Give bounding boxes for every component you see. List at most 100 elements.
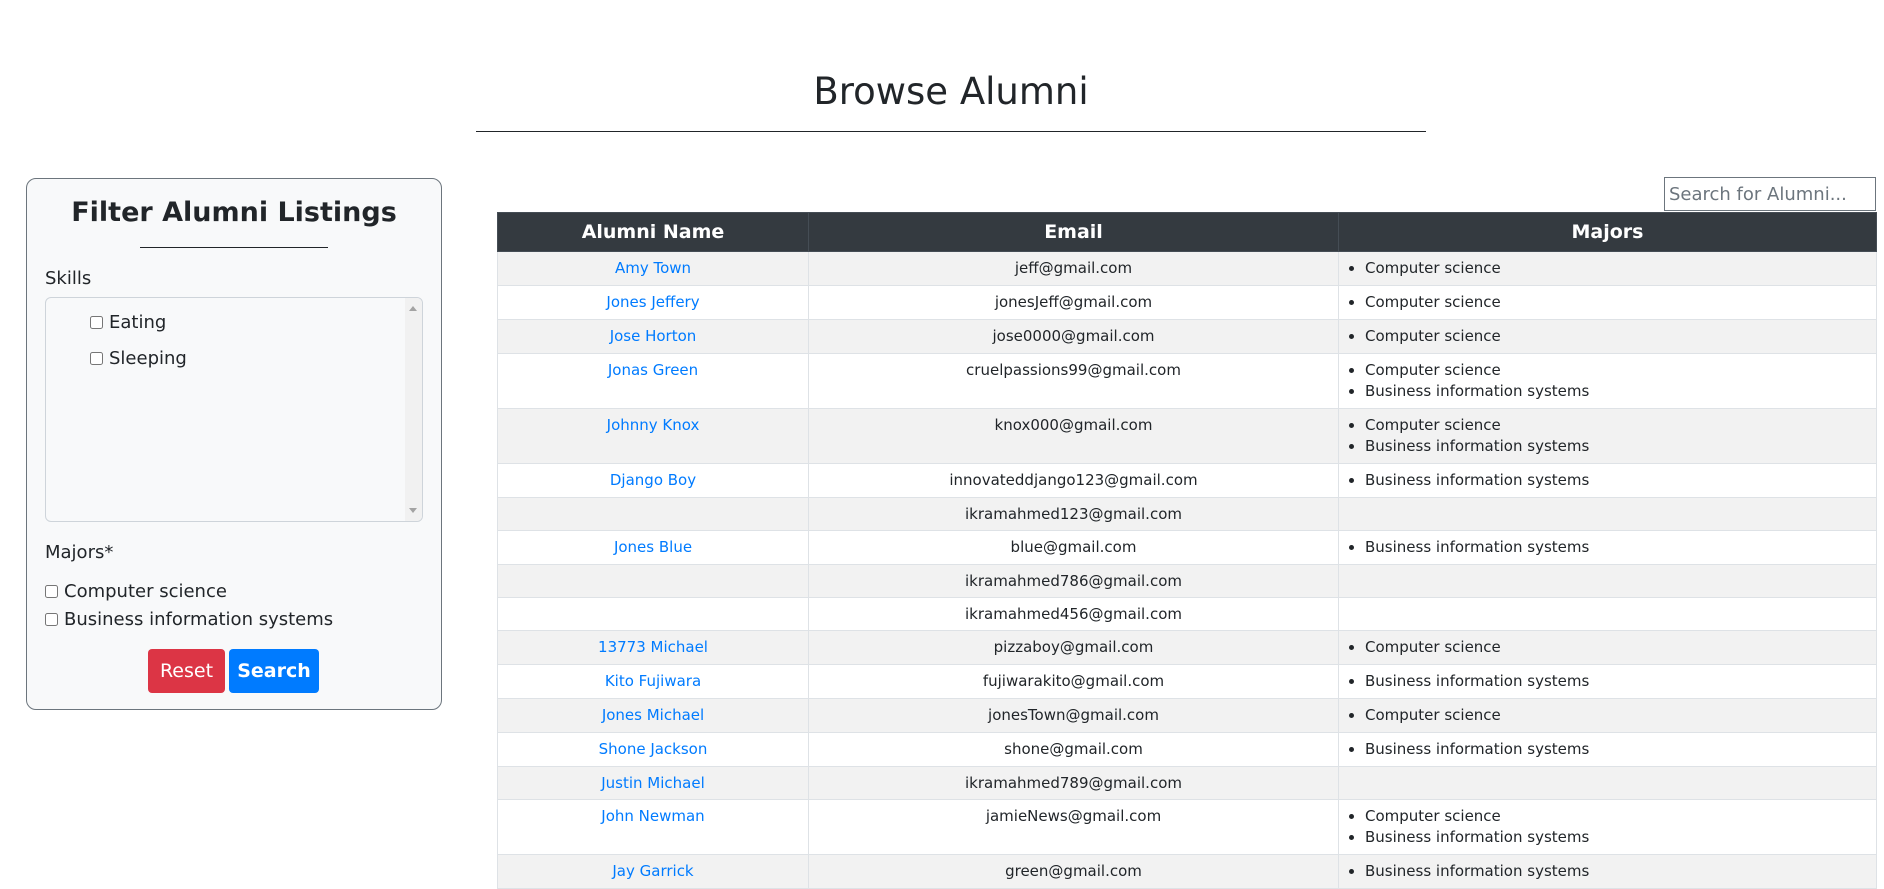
skill-checkbox-eating[interactable] — [90, 315, 103, 329]
search-input[interactable] — [1664, 177, 1876, 211]
cell-alumni-name: Shone Jackson — [497, 732, 809, 767]
cell-majors: Business information systems — [1338, 664, 1877, 699]
table-row: 13773 Michael pizzaboy@gmail.com Computer … — [497, 630, 1877, 665]
search-button[interactable]: Search — [229, 649, 319, 693]
table-row: Jones Michael jonesTown@gmail.com Computer… — [497, 698, 1877, 733]
major-list-item: Computer science — [1365, 415, 1868, 436]
table-row: ikramahmed456@gmail.com — [497, 597, 1877, 631]
cell-alumni-name — [497, 497, 809, 531]
alumni-name-link[interactable]: Jones Michael — [602, 706, 704, 724]
majors-bullet-list: Business information systems — [1347, 470, 1868, 491]
table-row: Justin Michael ikramahmed789@gmail.com — [497, 766, 1877, 800]
skills-label: Skills — [45, 268, 92, 289]
majors-label: Majors* — [45, 542, 114, 563]
title-divider — [476, 131, 1426, 132]
cell-alumni-name — [497, 564, 809, 598]
cell-alumni-name: 13773 Michael — [497, 630, 809, 665]
cell-alumni-name: Jonas Green — [497, 353, 809, 409]
alumni-table-body: Amy Townjeff@gmail.comComputer scienceJo… — [497, 251, 1877, 889]
table-row: Shone Jackson shone@gmail.com Business inf… — [497, 732, 1877, 767]
skills-listbox[interactable]: Eating Sleeping — [45, 297, 423, 522]
alumni-name-link[interactable]: Django Boy — [610, 471, 696, 489]
table-row: Jose Horton jose0000@gmail.com Computer sc… — [497, 319, 1877, 354]
majors-bullet-list: Computer science — [1347, 637, 1868, 658]
cell-alumni-name: John Newman — [497, 799, 809, 855]
cell-alumni-name: Justin Michael — [497, 766, 809, 800]
filter-divider — [140, 247, 328, 248]
cell-majors: Computer science — [1338, 698, 1877, 733]
skill-label-sleeping: Sleeping — [109, 347, 187, 369]
scroll-up-arrow-icon[interactable] — [409, 306, 417, 311]
majors-bullet-list: Computer scienceBusiness information sys… — [1347, 360, 1868, 402]
major-list-item: Computer science — [1365, 806, 1868, 827]
cell-alumni-name: Johnny Knox — [497, 408, 809, 464]
cell-email: shone@gmail.com — [808, 732, 1339, 767]
major-list-item: Computer science — [1365, 360, 1868, 381]
majors-bullet-list: Computer scienceBusiness information sys… — [1347, 415, 1868, 457]
major-label-business-information-systems: Business information systems — [64, 608, 334, 630]
cell-alumni-name: Jones Jeffery — [497, 285, 809, 320]
major-list-item: Computer science — [1365, 705, 1868, 726]
cell-email: jeff@gmail.com — [808, 251, 1339, 286]
alumni-name-link[interactable]: John Newman — [601, 807, 704, 825]
cell-email: jonesJeff@gmail.com — [808, 285, 1339, 320]
cell-alumni-name: Jones Blue — [497, 530, 809, 565]
cell-alumni-name: Jose Horton — [497, 319, 809, 354]
cell-alumni-name: Kito Fujiwara — [497, 664, 809, 699]
alumni-name-link[interactable]: Justin Michael — [601, 774, 705, 792]
major-option-computer-science[interactable]: Computer science — [45, 577, 333, 605]
cell-majors: Computer science — [1338, 319, 1877, 354]
skills-scrollbar[interactable] — [405, 298, 422, 521]
table-row: Johnny Knoxknox000@gmail.comComputer sci… — [497, 408, 1877, 464]
alumni-name-link[interactable]: Jones Jeffery — [606, 293, 699, 311]
cell-majors: Computer scienceBusiness information sys… — [1338, 799, 1877, 855]
major-checkbox-computer-science[interactable] — [45, 584, 58, 598]
major-checkbox-business-information-systems[interactable] — [45, 612, 58, 626]
alumni-name-link[interactable]: Jonas Green — [608, 361, 698, 379]
alumni-name-link[interactable]: Jones Blue — [614, 538, 692, 556]
alumni-name-link[interactable]: 13773 Michael — [598, 638, 708, 656]
cell-majors — [1338, 564, 1877, 598]
table-row: ikramahmed786@gmail.com — [497, 564, 1877, 598]
major-list-item: Business information systems — [1365, 436, 1868, 457]
major-list-item: Computer science — [1365, 326, 1868, 347]
majors-bullet-list: Computer scienceBusiness information sys… — [1347, 806, 1868, 848]
header-alumni-name[interactable]: Alumni Name — [497, 212, 809, 252]
major-list-item: Computer science — [1365, 292, 1868, 313]
alumni-table: Alumni Name Email Majors Amy Town jeff@gm… — [497, 212, 1877, 889]
skill-option-eating[interactable]: Eating — [90, 304, 187, 340]
header-email[interactable]: Email — [808, 212, 1339, 252]
major-list-item: Business information systems — [1365, 671, 1868, 692]
reset-button[interactable]: Reset — [148, 649, 225, 693]
cell-email: jonesTown@gmail.com — [808, 698, 1339, 733]
alumni-name-link[interactable]: Shone Jackson — [599, 740, 708, 758]
cell-majors: Computer scienceBusiness information sys… — [1338, 408, 1877, 464]
majors-list: Computer science Business information sy… — [45, 577, 333, 633]
major-option-business-information-systems[interactable]: Business information systems — [45, 605, 333, 633]
cell-majors — [1338, 497, 1877, 531]
major-list-item: Computer science — [1365, 637, 1868, 658]
cell-majors — [1338, 766, 1877, 800]
cell-alumni-name — [497, 597, 809, 631]
header-majors[interactable]: Majors — [1338, 212, 1877, 252]
table-row: John NewmanjamieNews@gmail.comComputer s… — [497, 799, 1877, 855]
scroll-down-arrow-icon[interactable] — [409, 508, 417, 513]
alumni-name-link[interactable]: Kito Fujiwara — [605, 672, 701, 690]
cell-majors: Business information systems — [1338, 854, 1877, 889]
cell-alumni-name: Django Boy — [497, 463, 809, 498]
alumni-name-link[interactable]: Jose Horton — [610, 327, 697, 345]
alumni-name-link[interactable]: Jay Garrick — [612, 862, 693, 880]
skill-checkbox-sleeping[interactable] — [90, 351, 103, 365]
page-title: Browse Alumni — [813, 70, 1089, 113]
major-list-item: Business information systems — [1365, 470, 1868, 491]
cell-email: fujiwarakito@gmail.com — [808, 664, 1339, 699]
cell-majors: Business information systems — [1338, 732, 1877, 767]
alumni-name-link[interactable]: Johnny Knox — [607, 416, 700, 434]
table-row: ikramahmed123@gmail.com — [497, 497, 1877, 531]
skill-option-sleeping[interactable]: Sleeping — [90, 340, 187, 376]
filter-panel: Filter Alumni Listings Skills Eating Sle… — [26, 178, 442, 710]
alumni-name-link[interactable]: Amy Town — [615, 259, 691, 277]
major-list-item: Business information systems — [1365, 739, 1868, 760]
table-row: Jones Jeffery jonesJeff@gmail.com Computer… — [497, 285, 1877, 320]
table-row: Kito Fujiwara fujiwarakito@gmail.com Busin… — [497, 664, 1877, 699]
